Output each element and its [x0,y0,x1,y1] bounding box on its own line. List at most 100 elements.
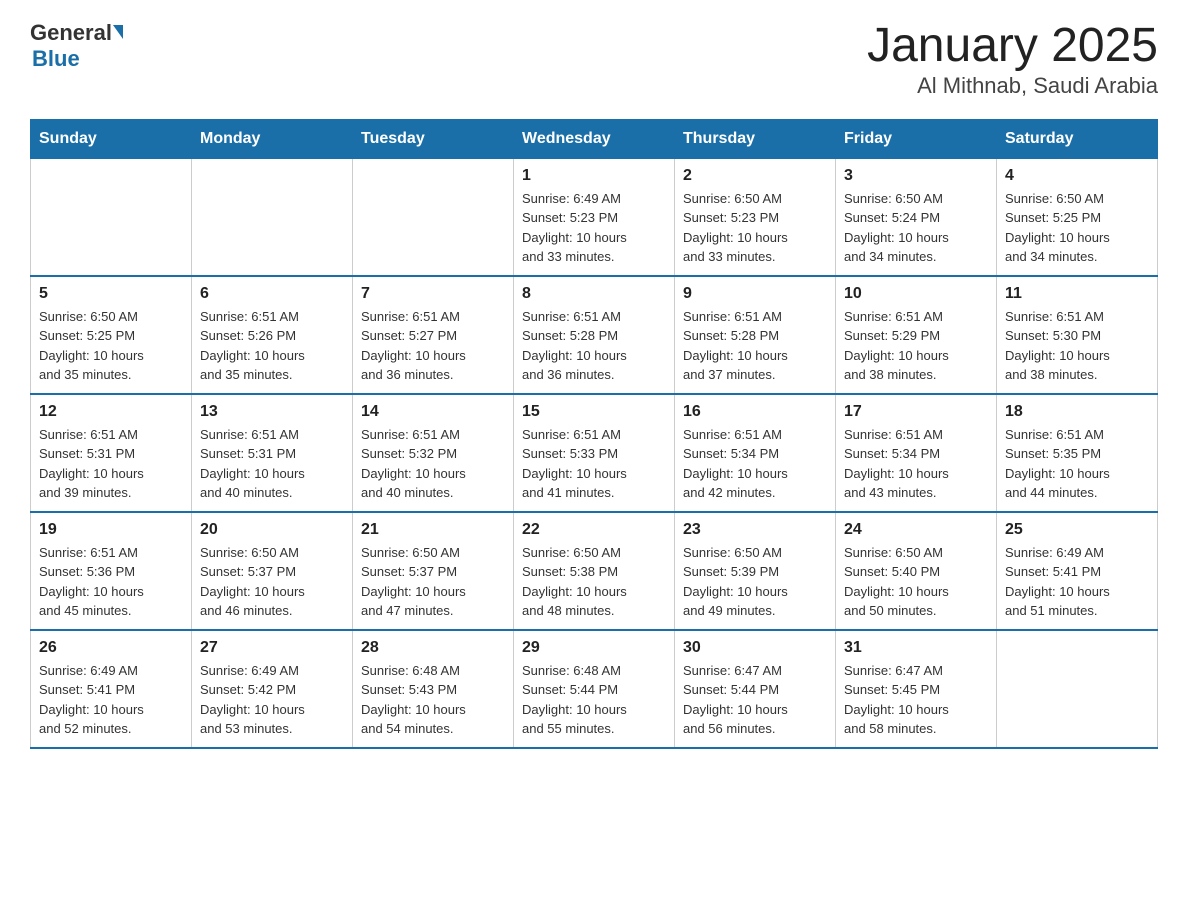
calendar-cell: 4 Sunrise: 6:50 AM Sunset: 5:25 PM Daylig… [997,158,1158,276]
calendar-cell: 5 Sunrise: 6:50 AM Sunset: 5:25 PM Daylig… [31,276,192,394]
logo-triangle-icon [113,25,123,39]
day-number: 12 [39,403,183,421]
day-info: Sunrise: 6:51 AM Sunset: 5:28 PM Dayligh… [522,307,666,385]
day-info: Sunrise: 6:49 AM Sunset: 5:41 PM Dayligh… [1005,543,1149,621]
calendar-day-header: Friday [836,119,997,158]
calendar-cell: 25 Sunrise: 6:49 AM Sunset: 5:41 PM Dayli… [997,512,1158,630]
day-number: 17 [844,403,988,421]
page-header: General Blue January 2025 Al Mithnab, Sa… [30,20,1158,99]
day-info: Sunrise: 6:48 AM Sunset: 5:44 PM Dayligh… [522,661,666,739]
day-number: 10 [844,285,988,303]
logo: General Blue [30,20,123,72]
day-number: 28 [361,639,505,657]
day-number: 9 [683,285,827,303]
day-info: Sunrise: 6:50 AM Sunset: 5:38 PM Dayligh… [522,543,666,621]
day-number: 30 [683,639,827,657]
calendar-cell: 11Sunrise: 6:51 AM Sunset: 5:30 PM Dayli… [997,276,1158,394]
day-info: Sunrise: 6:49 AM Sunset: 5:23 PM Dayligh… [522,189,666,267]
day-info: Sunrise: 6:50 AM Sunset: 5:23 PM Dayligh… [683,189,827,267]
day-number: 25 [1005,521,1149,539]
calendar-cell: 13 Sunrise: 6:51 AM Sunset: 5:31 PM Dayli… [192,394,353,512]
calendar-cell: 16 Sunrise: 6:51 AM Sunset: 5:34 PM Dayli… [675,394,836,512]
day-number: 2 [683,167,827,185]
day-number: 4 [1005,167,1149,185]
calendar-cell: 29Sunrise: 6:48 AM Sunset: 5:44 PM Dayli… [514,630,675,748]
calendar-cell: 23 Sunrise: 6:50 AM Sunset: 5:39 PM Dayli… [675,512,836,630]
day-info: Sunrise: 6:50 AM Sunset: 5:25 PM Dayligh… [1005,189,1149,267]
calendar-cell [353,158,514,276]
day-info: Sunrise: 6:51 AM Sunset: 5:34 PM Dayligh… [844,425,988,503]
calendar-cell: 30 Sunrise: 6:47 AM Sunset: 5:44 PM Dayli… [675,630,836,748]
calendar-cell [997,630,1158,748]
calendar-cell: 19Sunrise: 6:51 AM Sunset: 5:36 PM Dayli… [31,512,192,630]
calendar-cell: 27Sunrise: 6:49 AM Sunset: 5:42 PM Dayli… [192,630,353,748]
day-number: 15 [522,403,666,421]
calendar-cell: 24 Sunrise: 6:50 AM Sunset: 5:40 PM Dayli… [836,512,997,630]
calendar-cell: 9 Sunrise: 6:51 AM Sunset: 5:28 PM Daylig… [675,276,836,394]
calendar-day-header: Tuesday [353,119,514,158]
day-number: 5 [39,285,183,303]
calendar-cell: 2 Sunrise: 6:50 AM Sunset: 5:23 PM Daylig… [675,158,836,276]
day-info: Sunrise: 6:51 AM Sunset: 5:26 PM Dayligh… [200,307,344,385]
title-block: January 2025 Al Mithnab, Saudi Arabia [867,20,1158,99]
calendar-cell: 18Sunrise: 6:51 AM Sunset: 5:35 PM Dayli… [997,394,1158,512]
day-number: 6 [200,285,344,303]
day-info: Sunrise: 6:49 AM Sunset: 5:41 PM Dayligh… [39,661,183,739]
day-number: 21 [361,521,505,539]
calendar-cell: 6 Sunrise: 6:51 AM Sunset: 5:26 PM Daylig… [192,276,353,394]
day-info: Sunrise: 6:51 AM Sunset: 5:31 PM Dayligh… [200,425,344,503]
day-number: 7 [361,285,505,303]
calendar-day-header: Wednesday [514,119,675,158]
calendar-week-row: 19Sunrise: 6:51 AM Sunset: 5:36 PM Dayli… [31,512,1158,630]
calendar-cell: 1 Sunrise: 6:49 AM Sunset: 5:23 PM Daylig… [514,158,675,276]
calendar-cell: 28 Sunrise: 6:48 AM Sunset: 5:43 PM Dayli… [353,630,514,748]
day-number: 16 [683,403,827,421]
day-number: 8 [522,285,666,303]
day-number: 22 [522,521,666,539]
day-number: 14 [361,403,505,421]
day-info: Sunrise: 6:51 AM Sunset: 5:35 PM Dayligh… [1005,425,1149,503]
day-info: Sunrise: 6:51 AM Sunset: 5:32 PM Dayligh… [361,425,505,503]
day-info: Sunrise: 6:47 AM Sunset: 5:45 PM Dayligh… [844,661,988,739]
day-info: Sunrise: 6:51 AM Sunset: 5:28 PM Dayligh… [683,307,827,385]
calendar-cell: 21 Sunrise: 6:50 AM Sunset: 5:37 PM Dayli… [353,512,514,630]
day-number: 1 [522,167,666,185]
day-info: Sunrise: 6:51 AM Sunset: 5:31 PM Dayligh… [39,425,183,503]
calendar-table: SundayMondayTuesdayWednesdayThursdayFrid… [30,119,1158,749]
calendar-day-header: Sunday [31,119,192,158]
calendar-day-header: Monday [192,119,353,158]
day-number: 19 [39,521,183,539]
day-number: 24 [844,521,988,539]
day-info: Sunrise: 6:47 AM Sunset: 5:44 PM Dayligh… [683,661,827,739]
calendar-week-row: 5 Sunrise: 6:50 AM Sunset: 5:25 PM Daylig… [31,276,1158,394]
day-info: Sunrise: 6:51 AM Sunset: 5:33 PM Dayligh… [522,425,666,503]
calendar-day-header: Saturday [997,119,1158,158]
day-number: 20 [200,521,344,539]
day-info: Sunrise: 6:50 AM Sunset: 5:37 PM Dayligh… [200,543,344,621]
day-info: Sunrise: 6:48 AM Sunset: 5:43 PM Dayligh… [361,661,505,739]
calendar-cell: 17 Sunrise: 6:51 AM Sunset: 5:34 PM Dayli… [836,394,997,512]
calendar-cell [31,158,192,276]
day-info: Sunrise: 6:50 AM Sunset: 5:24 PM Dayligh… [844,189,988,267]
calendar-cell: 12 Sunrise: 6:51 AM Sunset: 5:31 PM Dayli… [31,394,192,512]
day-number: 23 [683,521,827,539]
calendar-cell: 26Sunrise: 6:49 AM Sunset: 5:41 PM Dayli… [31,630,192,748]
logo-general-text: General [30,20,112,46]
day-info: Sunrise: 6:51 AM Sunset: 5:34 PM Dayligh… [683,425,827,503]
day-info: Sunrise: 6:51 AM Sunset: 5:29 PM Dayligh… [844,307,988,385]
day-info: Sunrise: 6:51 AM Sunset: 5:30 PM Dayligh… [1005,307,1149,385]
calendar-cell: 14 Sunrise: 6:51 AM Sunset: 5:32 PM Dayli… [353,394,514,512]
calendar-week-row: 1 Sunrise: 6:49 AM Sunset: 5:23 PM Daylig… [31,158,1158,276]
calendar-cell: 8 Sunrise: 6:51 AM Sunset: 5:28 PM Daylig… [514,276,675,394]
calendar-cell: 20 Sunrise: 6:50 AM Sunset: 5:37 PM Dayli… [192,512,353,630]
day-info: Sunrise: 6:50 AM Sunset: 5:40 PM Dayligh… [844,543,988,621]
day-number: 27 [200,639,344,657]
day-info: Sunrise: 6:50 AM Sunset: 5:39 PM Dayligh… [683,543,827,621]
day-info: Sunrise: 6:50 AM Sunset: 5:25 PM Dayligh… [39,307,183,385]
day-info: Sunrise: 6:50 AM Sunset: 5:37 PM Dayligh… [361,543,505,621]
calendar-cell [192,158,353,276]
calendar-cell: 7Sunrise: 6:51 AM Sunset: 5:27 PM Daylig… [353,276,514,394]
day-number: 13 [200,403,344,421]
logo-blue-text: Blue [32,46,80,72]
calendar-header: SundayMondayTuesdayWednesdayThursdayFrid… [31,119,1158,158]
